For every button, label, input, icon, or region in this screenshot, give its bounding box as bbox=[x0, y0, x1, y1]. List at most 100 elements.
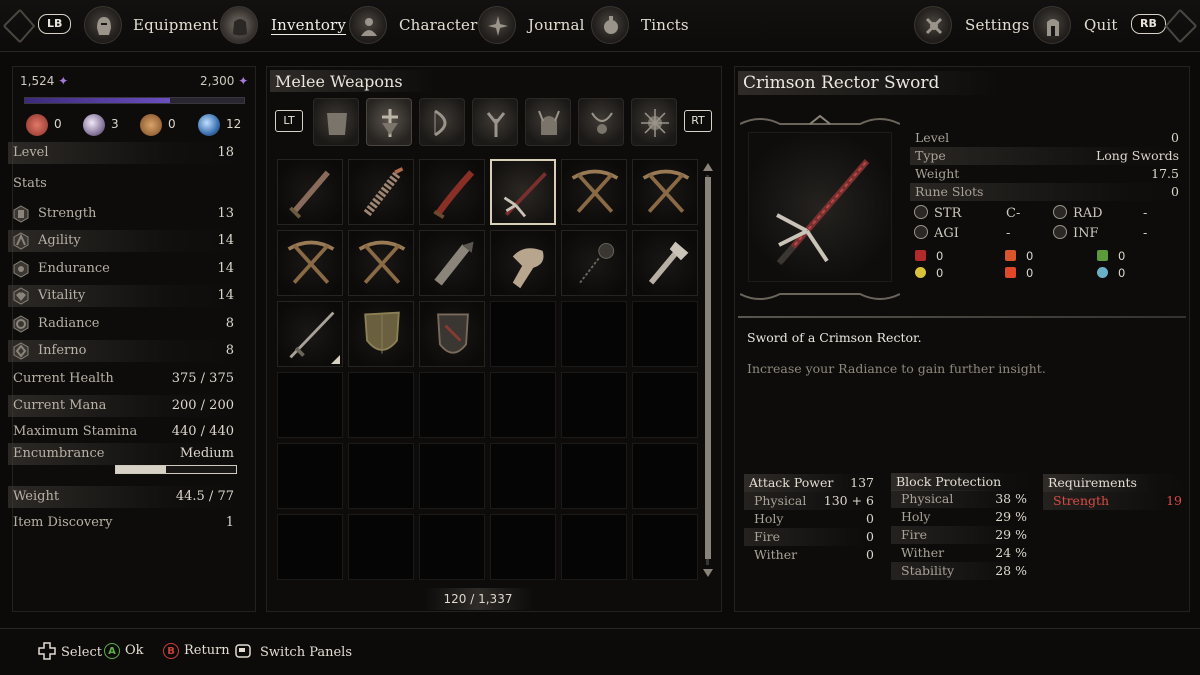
scaling-rad: RAD bbox=[1053, 205, 1103, 223]
inventory-slot-empty[interactable] bbox=[419, 372, 485, 438]
detail-value: Long Swords bbox=[1095, 148, 1179, 163]
rt-trigger-button[interactable]: RT bbox=[684, 110, 712, 132]
inventory-slot-empty[interactable] bbox=[490, 514, 556, 580]
dpad-icon bbox=[38, 642, 56, 660]
current-health-label: Current Health bbox=[13, 371, 114, 386]
character-icon[interactable] bbox=[349, 6, 387, 44]
scaling-agi-grade: - bbox=[1006, 226, 1011, 241]
inventory-slot-empty[interactable] bbox=[632, 301, 698, 367]
inventory-slot[interactable] bbox=[632, 230, 698, 296]
door-icon[interactable] bbox=[1033, 6, 1071, 44]
inventory-slot[interactable] bbox=[348, 301, 414, 367]
element-value: 0 bbox=[1026, 249, 1034, 263]
category-tab-melee[interactable] bbox=[366, 98, 412, 146]
detail-label: Type bbox=[915, 148, 946, 163]
tab-equipment[interactable]: Equipment bbox=[133, 16, 218, 34]
item-discovery-value: 1 bbox=[225, 515, 234, 530]
quit-button[interactable]: Quit bbox=[1084, 16, 1118, 34]
inventory-slot-empty[interactable] bbox=[277, 514, 343, 580]
detail-value: 0 bbox=[1171, 130, 1179, 145]
inventory-slot[interactable] bbox=[561, 159, 627, 225]
tinct-icon[interactable] bbox=[591, 6, 629, 44]
tab-character[interactable]: Character bbox=[399, 16, 477, 34]
category-tab-ranged[interactable] bbox=[419, 98, 465, 146]
inventory-slot-empty[interactable] bbox=[561, 514, 627, 580]
scroll-up-arrow-icon[interactable] bbox=[703, 163, 713, 173]
inventory-slot[interactable] bbox=[490, 230, 556, 296]
currency-left-value: 1,524 bbox=[20, 74, 55, 88]
scroll-thumb[interactable] bbox=[705, 177, 711, 559]
stat-row-agility[interactable]: Agility 14 bbox=[8, 230, 236, 252]
inventory-slot-empty[interactable] bbox=[490, 443, 556, 509]
journal-icon[interactable] bbox=[478, 6, 516, 44]
inventory-slot[interactable] bbox=[419, 230, 485, 296]
element-burn: 0 bbox=[1005, 249, 1033, 263]
soul-icon: ✦ bbox=[238, 74, 249, 88]
stat-value: 13 bbox=[217, 206, 234, 221]
category-tab-armor[interactable] bbox=[313, 98, 359, 146]
stats-heading: Stats bbox=[8, 173, 236, 195]
inventory-slot-empty[interactable] bbox=[561, 372, 627, 438]
inventory-slot[interactable] bbox=[348, 230, 414, 296]
stat-row-inferno[interactable]: Inferno 8 bbox=[8, 340, 236, 362]
tab-journal[interactable]: Journal bbox=[528, 16, 585, 34]
inventory-slot[interactable] bbox=[419, 301, 485, 367]
category-tab-trinkets[interactable] bbox=[578, 98, 624, 146]
melee-weapons-icon bbox=[382, 109, 398, 137]
inventory-slot-empty[interactable] bbox=[348, 372, 414, 438]
poison-icon bbox=[1097, 250, 1108, 261]
lt-trigger-button[interactable]: LT bbox=[275, 110, 303, 132]
inventory-slot[interactable] bbox=[348, 159, 414, 225]
tab-inventory[interactable]: Inventory bbox=[271, 16, 346, 34]
lb-bumper-button[interactable]: LB bbox=[38, 14, 72, 34]
crimson-rector-sword-image bbox=[748, 132, 892, 282]
inventory-slot-empty[interactable] bbox=[490, 372, 556, 438]
scaling-inf-grade: - bbox=[1143, 226, 1148, 241]
hint-return[interactable]: B Return bbox=[163, 642, 230, 660]
equipped-marker-icon bbox=[331, 355, 340, 364]
inventory-slot[interactable] bbox=[561, 230, 627, 296]
inventory-slot-empty[interactable] bbox=[348, 443, 414, 509]
inventory-slot[interactable] bbox=[632, 159, 698, 225]
hint-switch-panels[interactable]: Switch Panels bbox=[234, 642, 352, 660]
stat-row-endurance[interactable]: Endurance 14 bbox=[8, 258, 236, 280]
category-tab-keys[interactable] bbox=[631, 98, 677, 146]
stat-row-radiance[interactable]: Radiance 8 bbox=[8, 313, 236, 335]
inventory-slot-empty[interactable] bbox=[419, 443, 485, 509]
scroll-down-arrow-icon[interactable] bbox=[703, 567, 713, 577]
inventory-slot-empty[interactable] bbox=[277, 443, 343, 509]
block-physical-row: Physical 38 % bbox=[891, 490, 1031, 508]
inventory-slot-empty[interactable] bbox=[561, 443, 627, 509]
attack-power-label: Attack Power bbox=[749, 475, 834, 490]
inventory-slot-empty[interactable] bbox=[419, 514, 485, 580]
category-tab-consumables[interactable] bbox=[472, 98, 518, 146]
hint-select[interactable]: Select bbox=[38, 642, 102, 660]
inventory-slot-empty[interactable] bbox=[490, 301, 556, 367]
helmet-icon[interactable] bbox=[84, 6, 122, 44]
bag-icon[interactable] bbox=[220, 6, 258, 44]
settings-gear-icon[interactable] bbox=[914, 6, 952, 44]
inventory-slot-empty[interactable] bbox=[632, 514, 698, 580]
inventory-slot[interactable] bbox=[277, 159, 343, 225]
inventory-slot[interactable] bbox=[419, 159, 485, 225]
attack-type-label: Wither bbox=[754, 547, 798, 562]
inventory-slot-empty[interactable] bbox=[348, 514, 414, 580]
inventory-slot-empty[interactable] bbox=[561, 301, 627, 367]
block-type-value: 28 % bbox=[995, 563, 1027, 578]
inventory-scrollbar[interactable] bbox=[703, 163, 713, 577]
stat-row-vitality[interactable]: Vitality 14 bbox=[8, 285, 236, 307]
settings-button[interactable]: Settings bbox=[965, 16, 1030, 34]
inventory-slot-empty[interactable] bbox=[632, 372, 698, 438]
tab-tincts[interactable]: Tincts bbox=[641, 16, 689, 34]
hint-ok[interactable]: A Ok bbox=[104, 642, 144, 660]
element-value: 0 bbox=[1118, 266, 1126, 280]
inventory-slot[interactable] bbox=[277, 301, 343, 367]
inventory-slot-empty[interactable] bbox=[277, 372, 343, 438]
inventory-slot-empty[interactable] bbox=[632, 443, 698, 509]
inventory-slot-selected[interactable] bbox=[490, 159, 556, 225]
stat-row-strength[interactable]: Strength 13 bbox=[8, 203, 236, 225]
frame-ornament-top-icon bbox=[740, 114, 900, 125]
stat-value: 14 bbox=[217, 288, 234, 303]
inventory-slot[interactable] bbox=[277, 230, 343, 296]
category-tab-helmets[interactable] bbox=[525, 98, 571, 146]
